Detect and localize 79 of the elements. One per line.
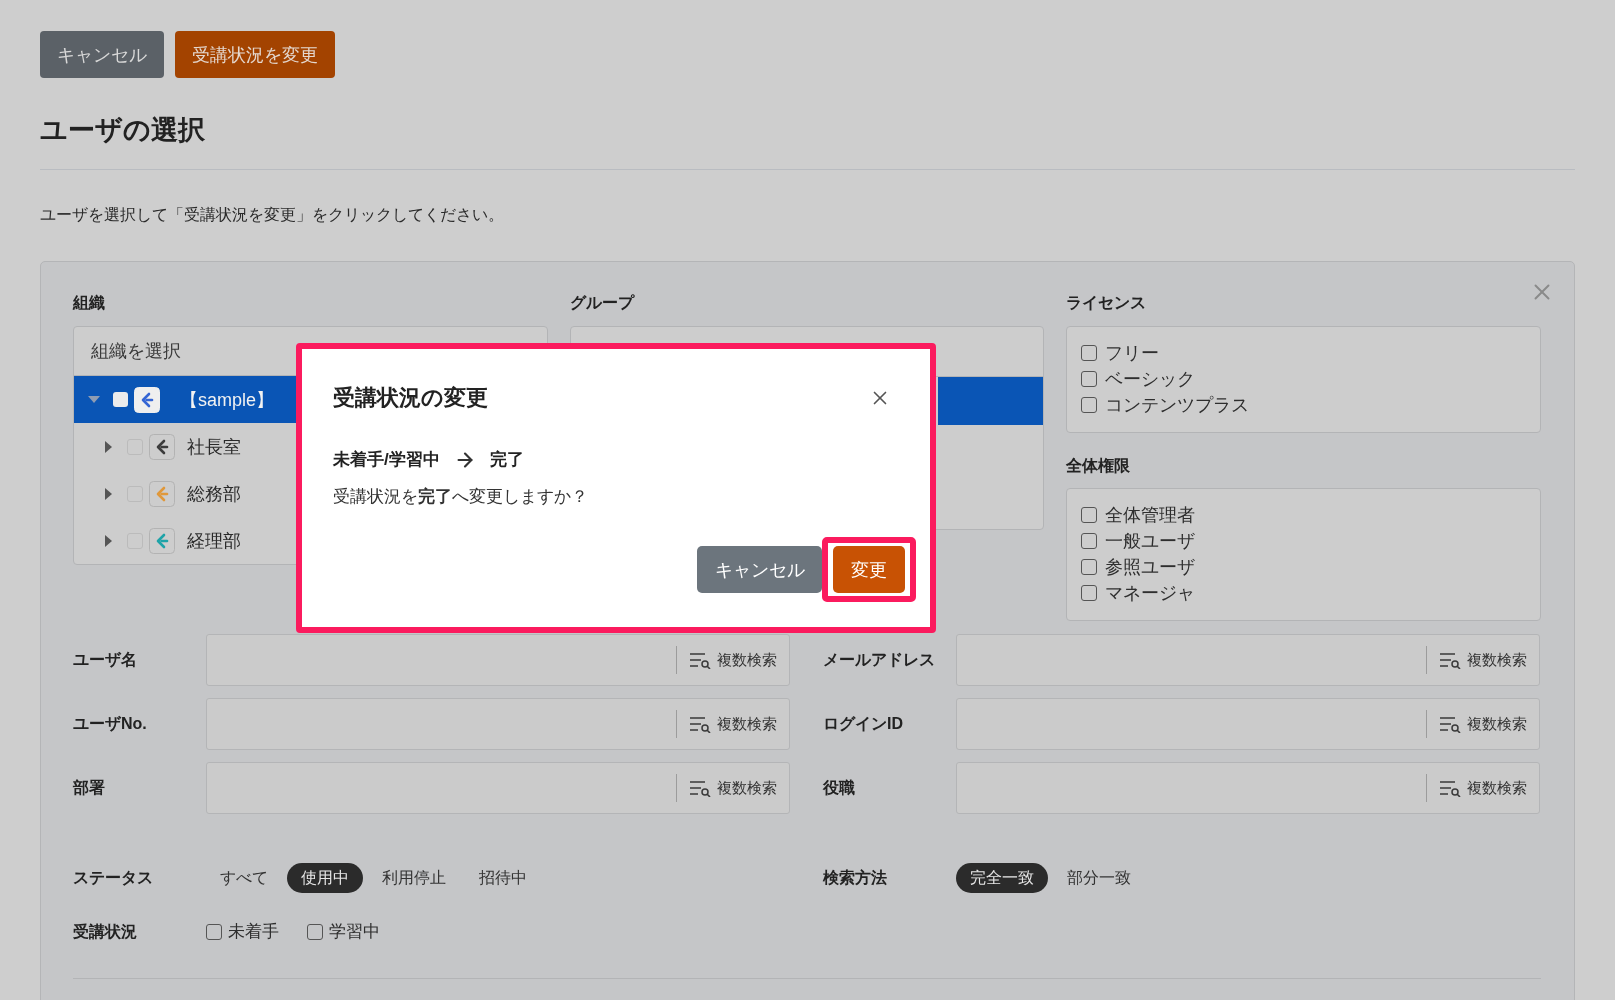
field-label: ユーザ名 — [73, 650, 138, 670]
option-label: ベーシック — [1105, 368, 1195, 391]
search-field[interactable]: 複数検索 — [956, 634, 1540, 686]
filter-toggle[interactable]: 使用中 — [287, 863, 363, 893]
checkbox[interactable] — [206, 924, 222, 940]
field-label: 受講状況 — [73, 922, 138, 942]
checkbox[interactable] — [1081, 533, 1097, 549]
dialog-message: 受講状況を完了へ変更しますか？ — [333, 486, 588, 508]
field-label: メールアドレス — [823, 650, 936, 670]
arrow-logo-icon — [134, 386, 160, 413]
section-label: 全体権限 — [1066, 456, 1131, 476]
section-label: グループ — [570, 293, 636, 313]
option-label: フリー — [1105, 342, 1159, 365]
tree-item-label[interactable]: 経理部 — [187, 528, 241, 553]
multi-search-button[interactable]: 複数検索 — [1439, 650, 1527, 670]
field-label: 検索方法 — [823, 868, 888, 888]
tree-item-label[interactable]: 【sample】 — [180, 387, 275, 412]
filter-toggle[interactable]: 完全一致 — [956, 863, 1048, 893]
checkbox[interactable] — [1081, 345, 1097, 361]
arrow-logo-icon — [149, 480, 175, 507]
caret-right-icon[interactable] — [105, 534, 112, 547]
section-label: 組織 — [73, 293, 106, 313]
field-label: ユーザNo. — [73, 714, 148, 734]
checkbox[interactable] — [1081, 397, 1097, 413]
checkbox[interactable] — [1081, 585, 1097, 601]
arrow-logo-icon — [149, 433, 175, 460]
option-label: 未着手 — [228, 921, 279, 943]
search-field[interactable]: 複数検索 — [206, 698, 790, 750]
dialog-button[interactable]: キャンセル — [697, 546, 822, 593]
list-search-icon — [1439, 651, 1461, 669]
page-title: ユーザの選択 — [40, 114, 206, 147]
arrow-logo-icon — [149, 527, 175, 554]
option-label: 学習中 — [329, 921, 380, 943]
multi-search-button[interactable]: 複数検索 — [689, 714, 777, 734]
tree-item-label[interactable]: 総務部 — [187, 481, 241, 506]
status-from-text: 未着手/学習中 — [333, 449, 440, 471]
field-label: 役職 — [823, 778, 856, 798]
option-label: マネージャ — [1105, 582, 1195, 605]
tree-item-label[interactable]: 社長室 — [187, 434, 241, 459]
action-button[interactable]: 受講状況を変更 — [175, 31, 335, 78]
org-select-field[interactable]: 組織を選択 — [74, 327, 284, 375]
filter-toggle[interactable]: 招待中 — [465, 863, 541, 893]
status-to-text: 完了 — [489, 449, 524, 471]
filter-toggle[interactable]: 部分一致 — [1053, 863, 1145, 893]
instruction-text: ユーザを選択して「受講状況を変更」をクリックしてください。 — [40, 205, 505, 225]
caret-right-icon[interactable] — [105, 487, 112, 500]
list-search-icon — [689, 779, 711, 797]
caret-right-icon[interactable] — [105, 440, 112, 453]
option-label: 参照ユーザ — [1105, 556, 1195, 579]
list-search-icon — [1439, 779, 1461, 797]
checkbox[interactable] — [1081, 559, 1097, 575]
multi-search-button[interactable]: 複数検索 — [1439, 714, 1527, 734]
field-label: ログインID — [823, 714, 904, 734]
checkbox[interactable] — [1081, 371, 1097, 387]
checkbox[interactable] — [113, 392, 128, 407]
caret-down-icon[interactable] — [88, 396, 100, 403]
option-label: 一般ユーザ — [1105, 530, 1195, 553]
dialog-title: 受講状況の変更 — [333, 384, 488, 412]
action-button[interactable]: キャンセル — [40, 31, 164, 78]
checkbox[interactable] — [307, 924, 323, 940]
filter-toggle[interactable]: 利用停止 — [368, 863, 460, 893]
section-label: ライセンス — [1066, 293, 1147, 313]
field-label: ステータス — [73, 868, 154, 888]
search-field[interactable]: 複数検索 — [206, 634, 790, 686]
list-search-icon — [1439, 715, 1461, 733]
multi-search-button[interactable]: 複数検索 — [689, 650, 777, 670]
checkbox[interactable] — [1081, 507, 1097, 523]
option-label: コンテンツプラス — [1105, 394, 1249, 417]
list-search-icon — [689, 715, 711, 733]
dialog-button[interactable]: 変更 — [833, 546, 905, 593]
search-field[interactable]: 複数検索 — [956, 698, 1540, 750]
option-label: 全体管理者 — [1105, 504, 1195, 527]
field-label: 部署 — [73, 778, 106, 798]
search-field[interactable]: 複数検索 — [206, 762, 790, 814]
multi-search-button[interactable]: 複数検索 — [689, 778, 777, 798]
filter-toggle[interactable]: すべて — [206, 863, 282, 893]
list-search-icon — [689, 651, 711, 669]
search-field[interactable]: 複数検索 — [956, 762, 1540, 814]
multi-search-button[interactable]: 複数検索 — [1439, 778, 1527, 798]
